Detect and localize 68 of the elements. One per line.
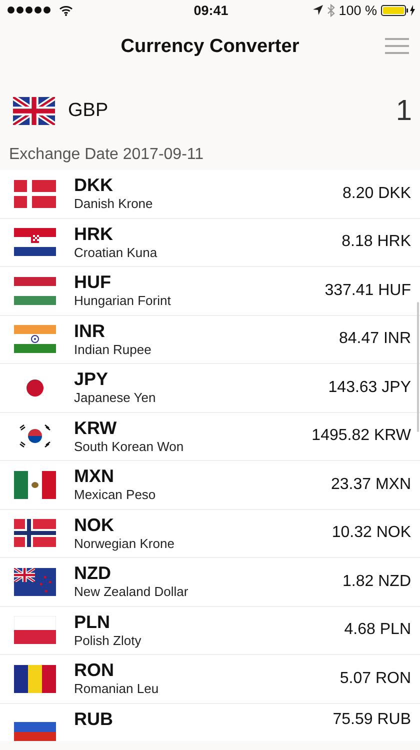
exchange-date: Exchange Date 2017-09-11 [8, 145, 205, 165]
currency-name: Romanian Leu [74, 681, 160, 697]
currency-row[interactable]: MXN Mexican Peso 23.37 MXN [0, 461, 420, 510]
currency-row[interactable]: RUB 75.59 RUB [0, 704, 420, 741]
currency-code: HUF [74, 272, 112, 293]
currency-row[interactable]: PLN Polish Zloty 4.68 PLN [0, 606, 420, 655]
currency-code: MXN [74, 466, 115, 487]
converted-amount: 1.82 NZD [342, 572, 411, 591]
currency-name: Norwegian Krone [74, 536, 176, 552]
flag-icon [14, 470, 56, 499]
converted-amount: 143.63 JPY [328, 378, 411, 397]
currency-name: Japanese Yen [74, 390, 157, 406]
flag-icon [14, 664, 56, 693]
bluetooth-icon [326, 4, 335, 16]
wifi-icon [59, 4, 73, 16]
flag-icon [14, 180, 56, 208]
clock-time: 09:41 [194, 2, 228, 18]
currency-row[interactable]: HUF Hungarian Forint 337.41 HUF [0, 267, 420, 316]
currency-name: Danish Krone [74, 196, 154, 212]
screen-title: Currency Converter [120, 36, 300, 58]
currency-row[interactable]: KRW South Korean Won 1495.82 KRW [0, 412, 420, 461]
currency-row[interactable]: JPY Japanese Yen 143.63 JPY [0, 364, 420, 412]
currency-code: KRW [74, 418, 118, 438]
converted-amount: 4.68 PLN [344, 621, 411, 640]
converted-amount: 8.18 HRK [342, 233, 411, 252]
currency-code: NOK [74, 514, 115, 536]
currency-row[interactable]: DKK Danish Krone 8.20 DKK [0, 170, 420, 218]
currency-row[interactable]: NOK Norwegian Krone 10.32 NOK [0, 510, 420, 558]
currency-name: Mexican Peso [74, 487, 157, 503]
flag-icon [14, 228, 56, 256]
currency-name: South Korean Won [74, 438, 185, 454]
currency-code: PLN [74, 612, 111, 632]
converted-amount: 84.47 INR [338, 330, 411, 348]
currency-name: Polish Zloty [74, 632, 142, 648]
currency-code: JPY [74, 369, 110, 390]
currency-code: RUB [74, 708, 114, 730]
flag-icon [14, 276, 56, 305]
flag-icon [14, 568, 56, 596]
battery-icon [381, 4, 415, 16]
currency-row[interactable]: NZD New Zealand Dollar 1.82 NZD [0, 558, 420, 606]
converted-amount: 8.20 DKK [342, 184, 411, 203]
converted-amount: 1495.82 KRW [312, 427, 411, 446]
converted-amount: 5.07 RON [340, 670, 411, 688]
currency-code: NZD [74, 563, 112, 584]
currency-code: INR [74, 320, 106, 342]
currency-name: New Zealand Dollar [74, 584, 190, 600]
currency-name: Hungarian Forint [74, 293, 172, 309]
currency-code: DKK [74, 175, 114, 196]
converted-amount: 75.59 RUB [332, 710, 411, 728]
location-icon [312, 5, 323, 15]
currency-row[interactable]: HRK Croatian Kuna 8.18 HRK [0, 218, 420, 267]
converted-amount: 10.32 NOK [332, 524, 411, 542]
currency-name: Indian Rupee [74, 342, 152, 358]
currency-row[interactable]: RON Romanian Leu 5.07 RON [0, 655, 420, 704]
battery-percentage: 100 % [338, 2, 377, 18]
flag-icon [14, 519, 56, 548]
flag-icon [13, 97, 55, 125]
base-currency-row[interactable]: GBP 1 [0, 84, 420, 138]
currency-code: HRK [74, 224, 114, 244]
currency-code: GBP [68, 100, 110, 122]
flag-icon [14, 616, 56, 644]
converted-amount: 337.41 HUF [324, 282, 411, 300]
amount-value: 1 [396, 94, 412, 128]
currency-row[interactable]: INR Indian Rupee 84.47 INR [0, 316, 420, 364]
flag-icon [14, 325, 56, 354]
converted-amount: 23.37 MXN [330, 476, 411, 494]
currency-name: Croatian Kuna [74, 244, 158, 260]
currency-code: RON [74, 660, 115, 681]
